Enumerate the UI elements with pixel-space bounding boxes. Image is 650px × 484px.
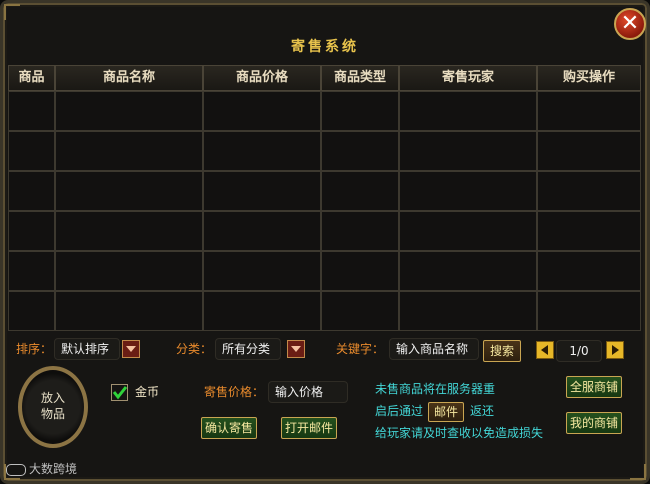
keyword-input[interactable]: 输入商品名称 xyxy=(389,338,479,360)
item-slot-label-line2: 物品 xyxy=(40,407,65,421)
watermark-text: 大数跨境 xyxy=(29,462,78,476)
header-item-type: 商品类型 xyxy=(321,65,399,91)
table-cell xyxy=(55,291,203,331)
page-indicator: 1/0 xyxy=(556,340,602,362)
close-icon[interactable]: ✕ xyxy=(614,8,646,40)
table-cell xyxy=(399,91,537,131)
table-cell xyxy=(55,171,203,211)
table-cell xyxy=(399,291,537,331)
notice-line2-post: 返还 xyxy=(470,404,495,418)
table-cell xyxy=(537,91,641,131)
sort-label: 排序： xyxy=(16,342,53,356)
all-shops-button[interactable]: 全服商铺 xyxy=(566,376,622,398)
table-cell xyxy=(321,171,399,211)
frame-corner-br xyxy=(630,464,646,480)
notice-line1: 未售商品将在服务器重 xyxy=(375,382,496,396)
keyword-label: 关键字： xyxy=(336,342,385,356)
sort-dropdown-icon[interactable] xyxy=(122,340,140,358)
table-cell xyxy=(55,91,203,131)
table-cell xyxy=(321,131,399,171)
table-cell xyxy=(321,251,399,291)
price-label: 寄售价格： xyxy=(204,385,265,399)
search-button[interactable]: 搜索 xyxy=(483,340,521,362)
gold-checkbox[interactable] xyxy=(111,384,128,401)
table-cell xyxy=(55,211,203,251)
my-shop-button[interactable]: 我的商铺 xyxy=(566,412,622,434)
table-cell xyxy=(8,291,55,331)
table-cell xyxy=(321,211,399,251)
category-label: 分类： xyxy=(176,342,213,356)
checkmark-icon xyxy=(112,386,128,400)
table-cell xyxy=(537,291,641,331)
table-cell xyxy=(203,171,321,211)
table-cell xyxy=(321,291,399,331)
table-cell xyxy=(399,171,537,211)
prev-page-icon[interactable] xyxy=(536,341,554,359)
open-mail-button[interactable]: 打开邮件 xyxy=(281,417,337,439)
frame-corner-tl xyxy=(4,4,20,20)
table-cell xyxy=(55,131,203,171)
category-select[interactable]: 所有分类 xyxy=(215,338,281,360)
mail-link-button[interactable]: 邮件 xyxy=(428,402,464,422)
table-cell xyxy=(537,171,641,211)
table-cell xyxy=(203,211,321,251)
next-page-icon[interactable] xyxy=(606,341,624,359)
table-cell xyxy=(203,251,321,291)
table-cell xyxy=(8,131,55,171)
header-seller: 寄售玩家 xyxy=(399,65,537,91)
table-cell xyxy=(55,251,203,291)
table-cell xyxy=(537,251,641,291)
sort-select[interactable]: 默认排序 xyxy=(54,338,120,360)
table-cell xyxy=(399,251,537,291)
price-input[interactable]: 输入价格 xyxy=(268,381,348,403)
header-item-price: 商品价格 xyxy=(203,65,321,91)
table-cell xyxy=(8,171,55,211)
window-title: 寄售系统 xyxy=(291,39,359,55)
table-cell xyxy=(537,211,641,251)
table-cell xyxy=(8,211,55,251)
header-buy-action: 购买操作 xyxy=(537,65,641,91)
notice-line3: 给玩家请及时查收以免造成损失 xyxy=(375,426,544,440)
table-cell xyxy=(203,291,321,331)
header-item-name: 商品名称 xyxy=(55,65,203,91)
table-cell xyxy=(399,131,537,171)
watermark-logo-icon xyxy=(6,463,26,476)
gold-label: 金币 xyxy=(135,385,160,399)
item-slot-label-line1: 放入 xyxy=(40,391,65,405)
watermark: 大数跨境 xyxy=(6,460,77,477)
table-cell xyxy=(203,91,321,131)
notice-line2-pre: 启后通过 xyxy=(375,404,424,418)
header-item-icon: 商品 xyxy=(8,65,55,91)
table-cell xyxy=(399,211,537,251)
confirm-consign-button[interactable]: 确认寄售 xyxy=(201,417,257,439)
item-slot-label: 放入 物品 xyxy=(18,390,88,422)
table-cell xyxy=(8,251,55,291)
table-cell xyxy=(537,131,641,171)
category-dropdown-icon[interactable] xyxy=(287,340,305,358)
table-cell xyxy=(8,91,55,131)
table-cell xyxy=(203,131,321,171)
table-cell xyxy=(321,91,399,131)
